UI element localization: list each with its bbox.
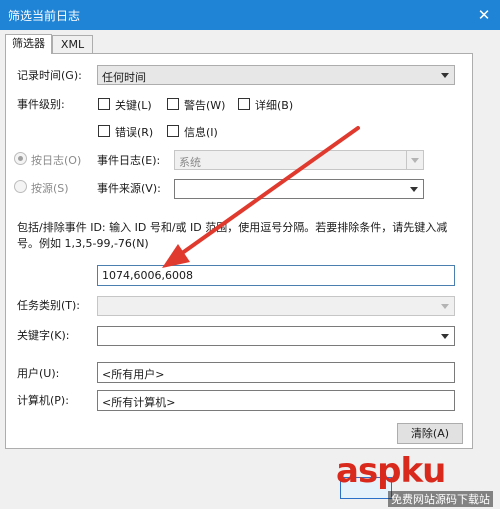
by-source-radio[interactable] (14, 180, 27, 193)
watermark-logo: aspku (336, 451, 446, 491)
logged-label: 记录时间(G): (17, 69, 82, 82)
event-source-label: 事件来源(V): (97, 182, 161, 195)
watermark-subtitle: 免费网站源码下载站 (388, 491, 493, 507)
error-checkbox[interactable] (98, 125, 110, 137)
error-label: 错误(R) (115, 126, 154, 139)
verbose-label: 详细(B) (255, 99, 294, 112)
chevron-down-icon (441, 334, 449, 339)
verbose-checkbox[interactable] (238, 98, 250, 110)
user-value: <所有用户> (102, 368, 165, 381)
level-label: 事件级别: (17, 98, 65, 111)
user-label: 用户(U): (17, 367, 60, 380)
event-id-input[interactable]: 1074,6006,6008 (97, 265, 455, 286)
keywords-dropdown-button[interactable] (437, 327, 454, 345)
by-log-radio-label: 按日志(O) (31, 154, 82, 167)
computer-input[interactable]: <所有计算机> (97, 390, 455, 411)
tab-filter[interactable]: 筛选器 (5, 34, 52, 54)
chevron-down-icon (441, 304, 449, 309)
by-source-radio-label: 按源(S) (31, 182, 69, 195)
event-id-hint: 包括/排除事件 ID: 输入 ID 号和/或 ID 范围，使用逗号分隔。若要排除… (17, 221, 448, 250)
logged-dropdown[interactable]: 任何时间 (97, 65, 455, 85)
event-log-dropdown[interactable]: 系统 (174, 150, 424, 170)
event-log-value: 系统 (179, 156, 201, 169)
computer-value: <所有计算机> (102, 396, 176, 409)
window-title: 筛选当前日志 (8, 9, 81, 23)
by-log-radio[interactable] (14, 152, 27, 165)
user-input[interactable]: <所有用户> (97, 362, 455, 383)
computer-label: 计算机(P): (17, 394, 69, 407)
keywords-dropdown[interactable] (97, 326, 455, 346)
warning-checkbox[interactable] (167, 98, 179, 110)
chevron-down-icon (410, 187, 418, 192)
title-bar: 筛选当前日志 ✕ (0, 0, 500, 30)
chevron-down-icon (441, 73, 449, 78)
logged-value: 任何时间 (102, 71, 146, 84)
event-id-value: 1074,6006,6008 (102, 269, 193, 282)
tab-xml[interactable]: XML (52, 35, 93, 54)
event-source-dropdown-button[interactable] (406, 180, 423, 198)
task-category-dropdown[interactable] (97, 296, 455, 316)
warning-label: 警告(W) (184, 99, 226, 112)
keywords-label: 关键字(K): (17, 329, 70, 342)
event-log-dropdown-button[interactable] (406, 151, 423, 169)
info-label: 信息(I) (184, 126, 218, 139)
event-log-label: 事件日志(E): (97, 154, 161, 167)
chevron-down-icon (411, 158, 419, 163)
critical-label: 关键(L) (115, 99, 152, 112)
close-icon[interactable]: ✕ (470, 2, 498, 28)
task-category-dropdown-button[interactable] (437, 297, 454, 315)
clear-button[interactable]: 清除(A) (397, 423, 463, 444)
watermark: aspku 免费网站源码下载站 (328, 451, 500, 509)
task-category-label: 任务类别(T): (17, 299, 81, 312)
info-checkbox[interactable] (167, 125, 179, 137)
event-source-dropdown[interactable] (174, 179, 424, 199)
logged-dropdown-button[interactable] (437, 66, 454, 84)
radio-selected-dot (18, 156, 23, 161)
critical-checkbox[interactable] (98, 98, 110, 110)
